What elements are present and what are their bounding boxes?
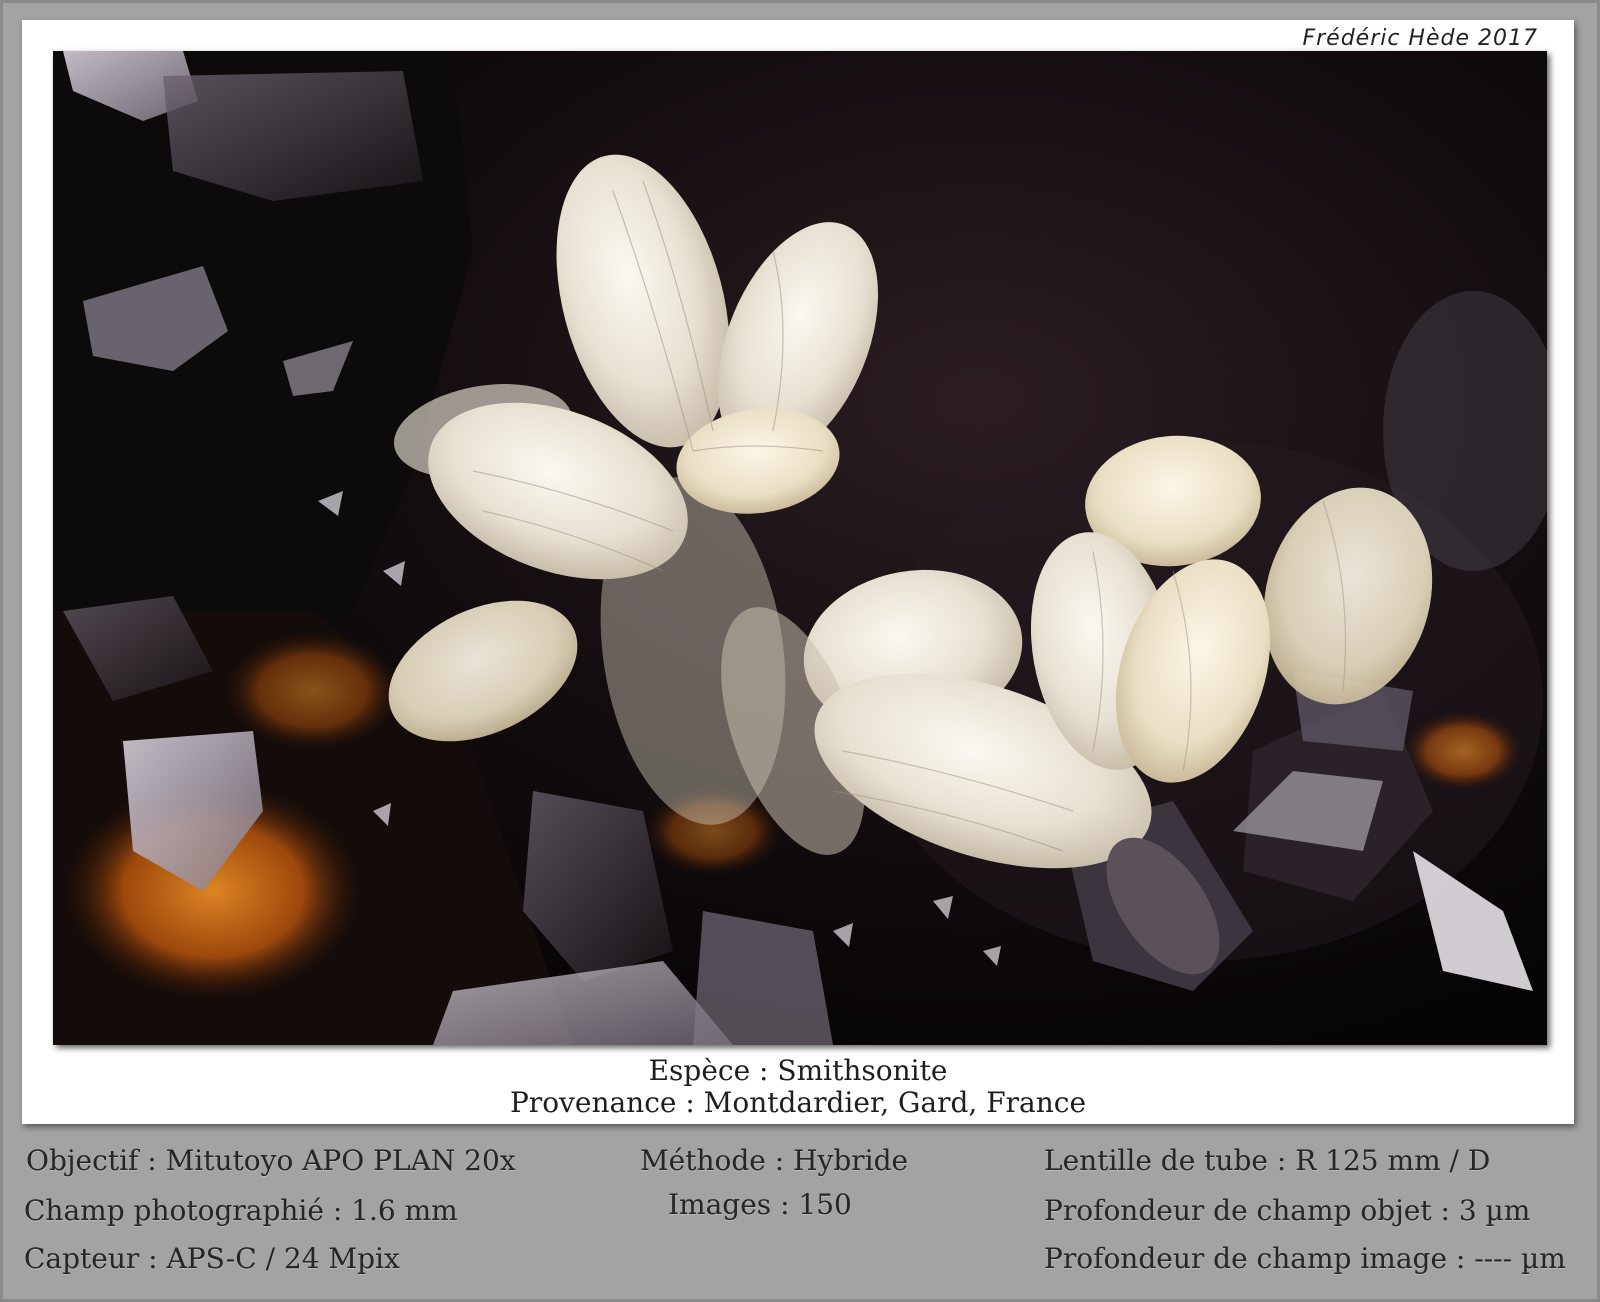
spec-object-dof: Profondeur de champ objet : 3 µm [1044, 1194, 1531, 1227]
species-caption: Espèce : Smithsonite [648, 1054, 948, 1087]
spec-image-dof: Profondeur de champ image : ---- µm [1044, 1242, 1566, 1275]
spec-tube-lens: Lentille de tube : R 125 mm / D [1044, 1144, 1491, 1177]
spec-method: Méthode : Hybride [640, 1144, 909, 1177]
photographer-credit: Frédéric Hède 2017 [1302, 26, 1538, 51]
spec-field: Champ photographié : 1.6 mm [24, 1194, 458, 1227]
origin-caption: Provenance : Montdardier, Gard, France [509, 1086, 1087, 1119]
spec-objective: Objectif : Mitutoyo APO PLAN 20x [26, 1144, 516, 1177]
spec-images: Images : 150 [668, 1188, 852, 1221]
smithsonite-crystal-illustration [53, 51, 1547, 1045]
specimen-photo [53, 51, 1547, 1045]
spec-sensor: Capteur : APS-C / 24 Mpix [24, 1242, 400, 1275]
